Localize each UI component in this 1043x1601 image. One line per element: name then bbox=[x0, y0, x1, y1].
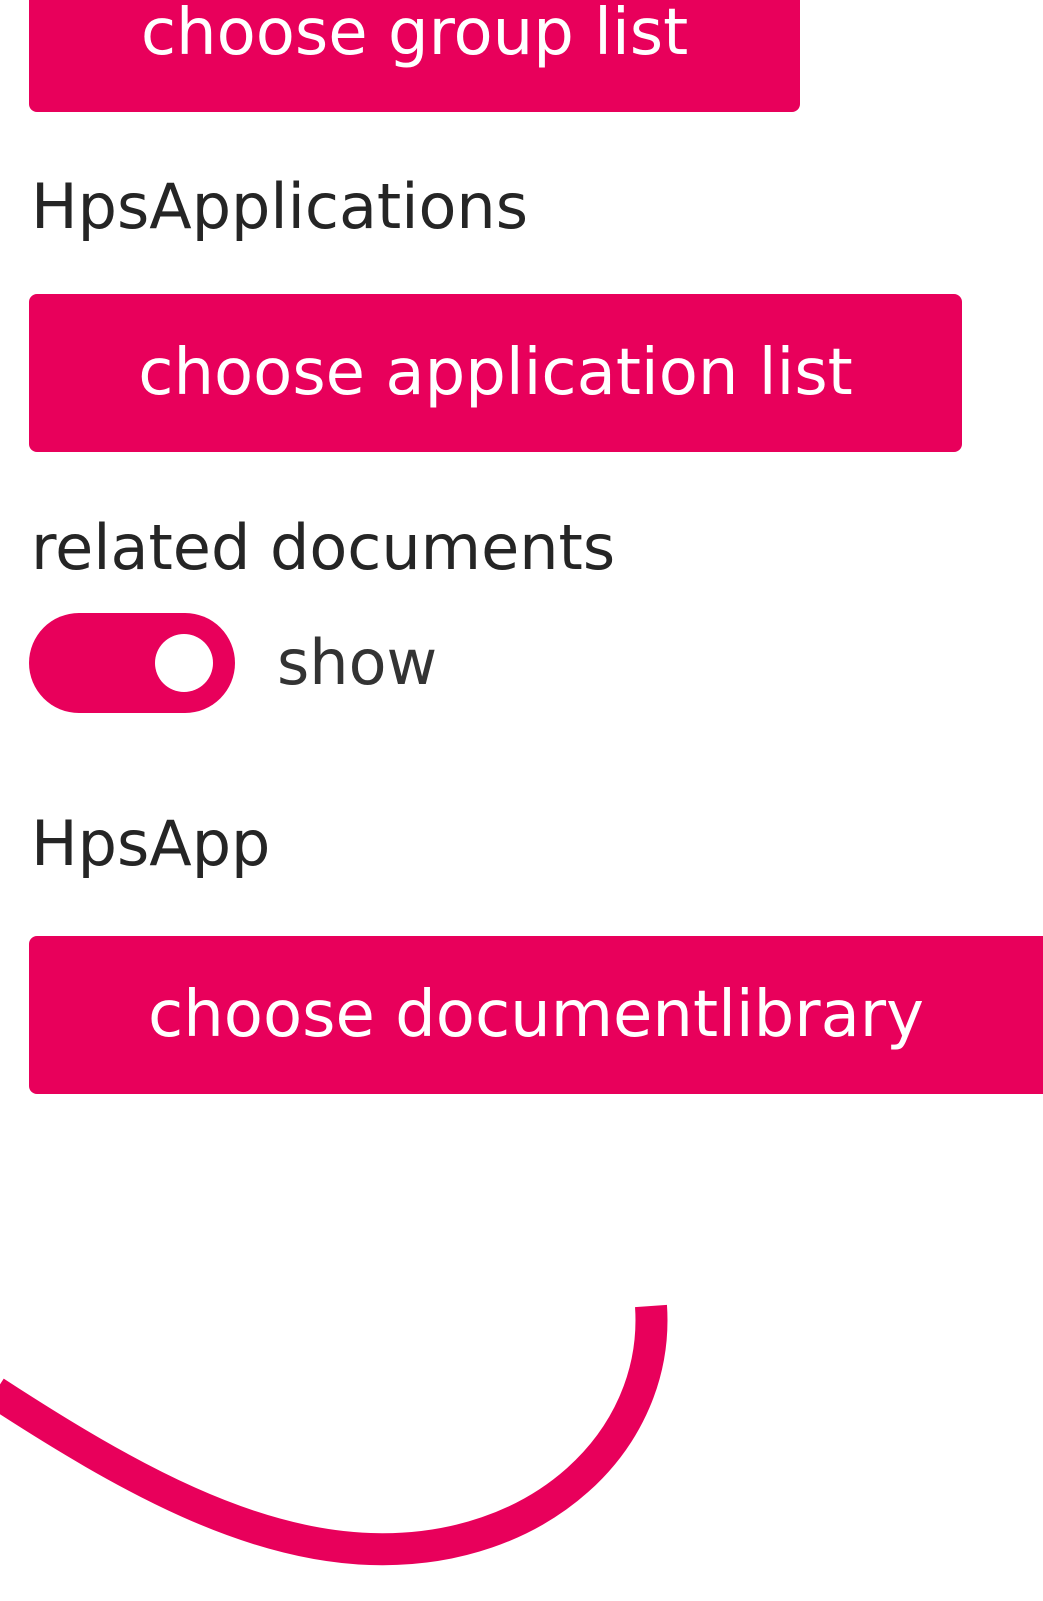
choose-group-list-button[interactable]: choose group list bbox=[29, 0, 800, 112]
toggle-label-show: show bbox=[277, 626, 438, 699]
related-documents-toggle-row: show bbox=[29, 613, 437, 713]
hps-applications-heading: HpsApplications bbox=[31, 170, 528, 243]
hps-app-heading: HpsApp bbox=[31, 807, 271, 880]
related-documents-heading: related documents bbox=[31, 511, 616, 584]
choose-application-list-button[interactable]: choose application list bbox=[29, 294, 962, 452]
choose-documentlibrary-button[interactable]: choose documentlibrary bbox=[29, 936, 1043, 1094]
related-documents-toggle[interactable] bbox=[29, 613, 235, 713]
toggle-knob bbox=[155, 634, 213, 692]
